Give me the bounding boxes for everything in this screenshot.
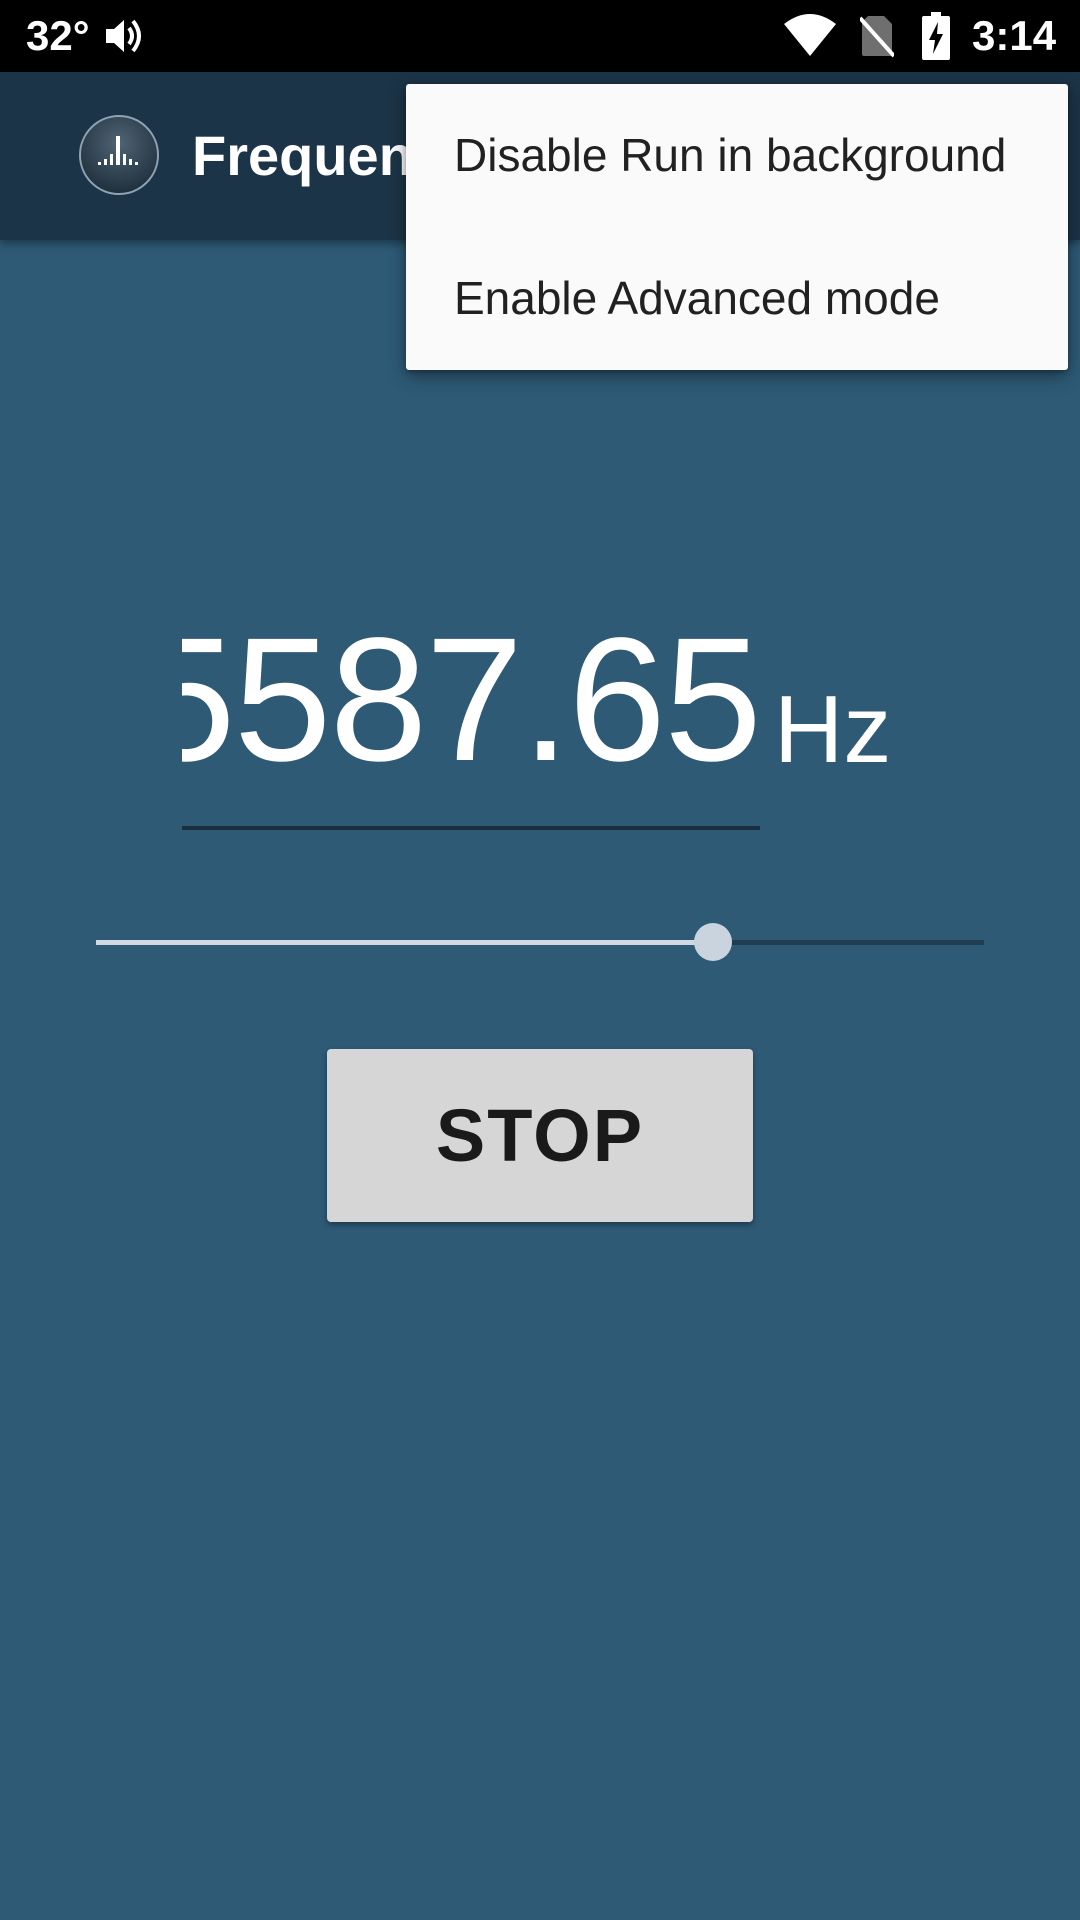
volume-icon <box>106 19 141 53</box>
frequency-logo-icon <box>79 115 159 195</box>
no-sim-icon <box>860 16 894 58</box>
menu-item-disable-run-in-background[interactable]: Disable Run in background <box>406 84 1068 227</box>
wifi-icon <box>784 14 836 56</box>
app-title: Frequen <box>192 124 413 187</box>
stop-button[interactable]: STOP <box>327 1049 753 1222</box>
status-bar: 32° 3:14 <box>0 0 1080 72</box>
frequency-unit: Hz <box>774 676 892 783</box>
frequency-value: 5587.65 <box>182 612 760 798</box>
clock-text: 3:14 <box>972 12 1057 59</box>
battery-charging-icon <box>922 12 950 60</box>
frequency-input[interactable]: 5587.65 <box>182 612 760 832</box>
temperature-text: 32° <box>26 12 90 59</box>
screen: 32° 3:14 Frequen 5587.65 Hz STOP Disable… <box>0 0 1080 1920</box>
frequency-slider[interactable] <box>96 922 984 962</box>
menu-item-enable-advanced-mode[interactable]: Enable Advanced mode <box>406 227 1068 370</box>
overflow-menu: Disable Run in background Enable Advance… <box>406 84 1068 370</box>
frequency-input-underline <box>182 826 760 830</box>
slider-fill <box>96 940 713 945</box>
slider-thumb[interactable] <box>694 923 732 961</box>
